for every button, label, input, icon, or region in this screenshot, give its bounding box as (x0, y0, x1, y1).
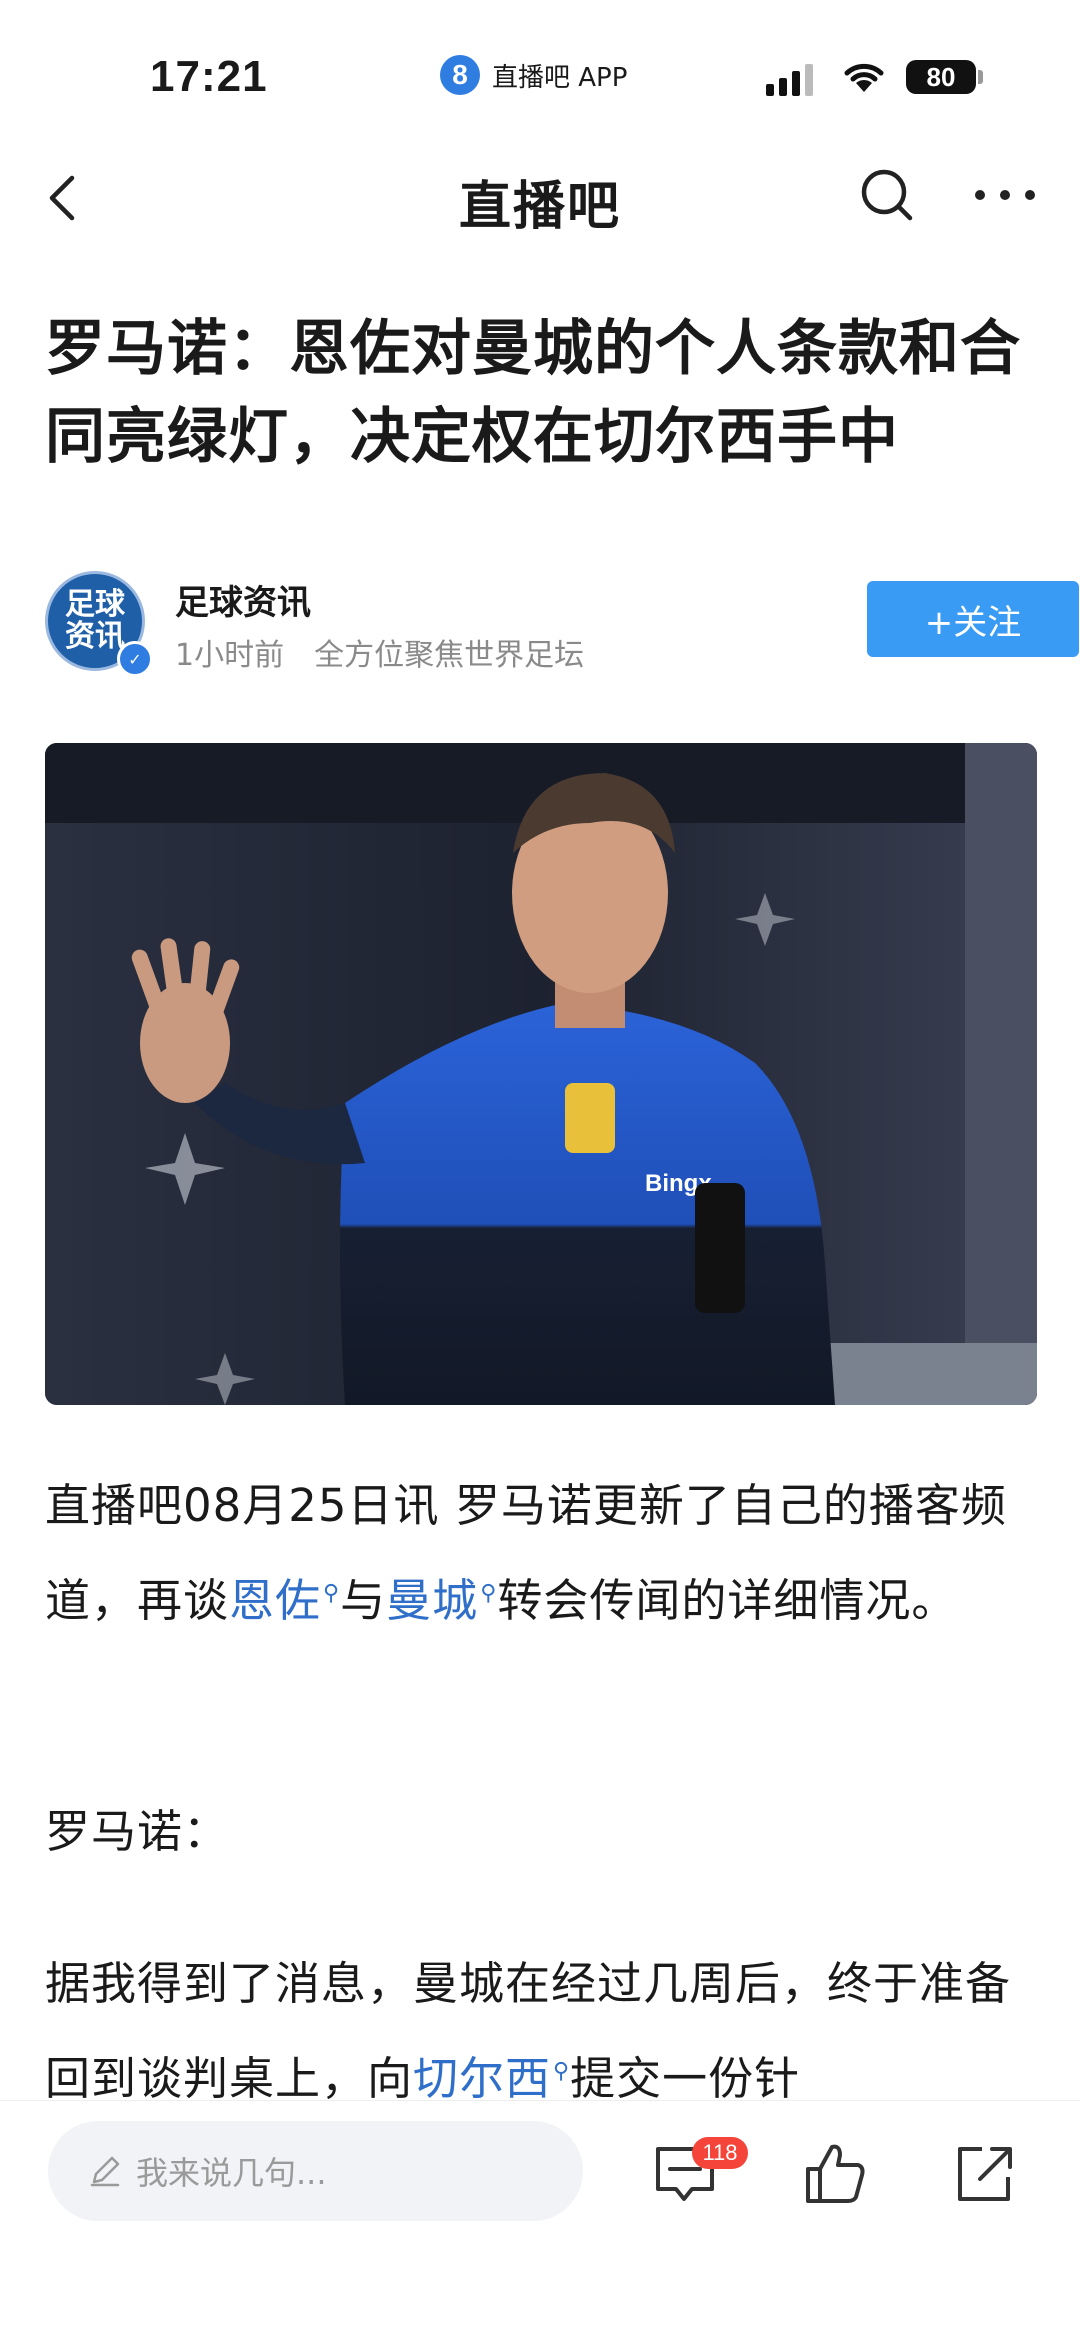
article-title: 罗马诺：恩佐对曼城的个人条款和合同亮绿灯，决定权在切尔西手中 (45, 314, 1021, 472)
avatar-text: 足球资讯 (65, 587, 125, 654)
pen-icon (90, 2156, 120, 2187)
battery-indicator: 80 (906, 60, 976, 94)
battery-tip (978, 70, 983, 84)
more-icon[interactable] (970, 180, 1040, 210)
comment-placeholder: 我来说几句... (136, 2154, 327, 2192)
tag-link-enzo[interactable]: 恩佐⚲ (229, 1574, 340, 1627)
cellular-signal-icon (766, 62, 813, 96)
top-nav: 直播吧 (0, 150, 1080, 260)
tag-link-label: 恩佐 (229, 1574, 322, 1627)
tag-link-mancity[interactable]: 曼城⚲ (386, 1574, 497, 1627)
article-paragraph: 据我得到了消息，曼城在经过几周后，终于准备回到谈判桌上，向切尔西⚲提交一份针 (45, 1940, 1045, 2123)
tag-link-label: 曼城 (386, 1574, 479, 1627)
paragraph-text: 与 (340, 1574, 387, 1627)
search-icon[interactable] (856, 164, 918, 226)
paragraph-text: 转会传闻的详细情况。 (497, 1574, 958, 1627)
author-name[interactable]: 足球资讯 (175, 575, 311, 624)
article-photo[interactable]: Bingx (45, 743, 1037, 1405)
tag-link-label: 切尔西 (413, 2052, 552, 2105)
share-icon[interactable] (950, 2139, 1020, 2209)
source-app[interactable]: 8 直播吧 APP (440, 55, 627, 95)
author-bio: 全方位聚焦世界足坛 (314, 638, 585, 673)
post-time: 1小时前 (175, 638, 285, 673)
article-paragraph: 直播吧08月25日讯 罗马诺更新了自己的播客频道，再谈恩佐⚲与曼城⚲转会传闻的详… (45, 1462, 1045, 1645)
comment-input[interactable]: 我来说几句... (48, 2121, 583, 2221)
author-row: 足球资讯 ✓ 足球资讯 1小时前 全方位聚焦世界足坛 +关注 (45, 565, 1079, 677)
comment-count-badge: 118 (692, 2137, 748, 2169)
app-logo-icon: 8 (440, 55, 480, 95)
search-mini-icon: ⚲ (323, 1581, 341, 1606)
paragraph-text: 提交一份针 (570, 2052, 801, 2105)
player-photo-illustration: Bingx (45, 743, 1037, 1405)
verified-icon: ✓ (117, 641, 153, 677)
status-time: 17:21 (150, 52, 268, 101)
follow-button[interactable]: +关注 (867, 581, 1079, 657)
source-app-name: 直播吧 APP (492, 62, 628, 93)
brand-logo: 直播吧 (458, 177, 621, 237)
like-icon[interactable] (800, 2139, 870, 2209)
article-paragraph: 罗马诺： (45, 1805, 230, 1858)
wifi-icon (844, 63, 884, 92)
tag-link-chelsea[interactable]: 切尔西⚲ (413, 2052, 570, 2105)
search-mini-icon: ⚲ (480, 1581, 498, 1606)
status-bar: 17:21 8 直播吧 APP 80 (0, 0, 1080, 150)
author-meta: 1小时前 全方位聚焦世界足坛 (175, 630, 584, 674)
bottom-action-bar: 我来说几句... 118 (0, 2100, 1080, 2340)
search-mini-icon: ⚲ (553, 2059, 571, 2084)
